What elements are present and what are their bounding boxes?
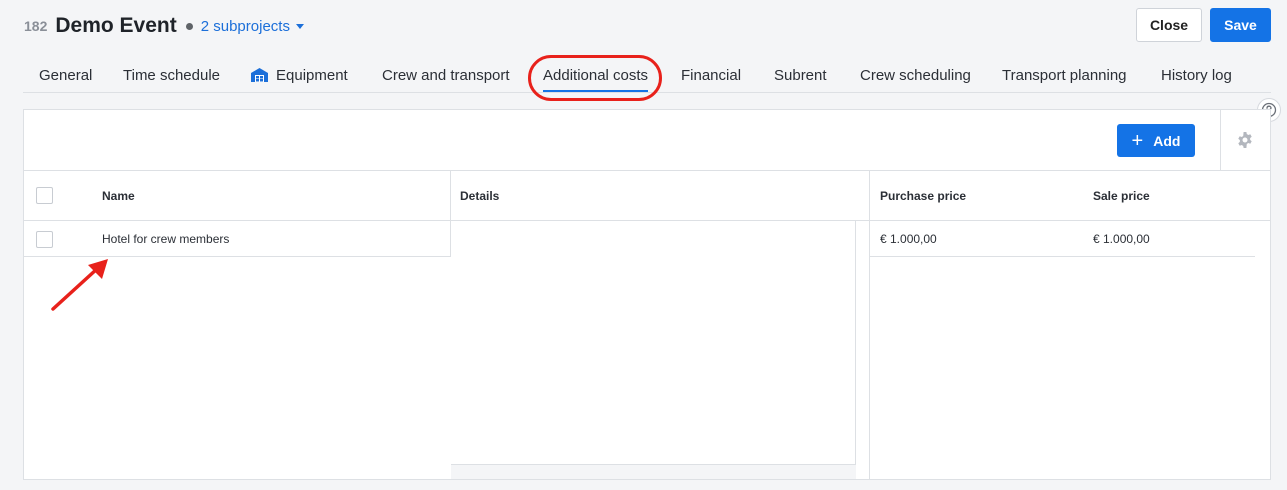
tab-general[interactable]: General xyxy=(39,58,92,92)
project-title: Demo Event xyxy=(55,14,177,37)
additional-costs-panel: + Add Name Details Purchase price Sale p… xyxy=(23,109,1271,480)
subprojects-label: 2 subprojects xyxy=(200,17,290,35)
row-divider xyxy=(870,256,1255,257)
tab-additional-costs[interactable]: Additional costs xyxy=(543,58,649,92)
details-column-area xyxy=(451,221,856,465)
tab-equipment[interactable]: Equipment xyxy=(251,58,348,92)
plus-icon: + xyxy=(1131,129,1144,152)
tab-label: Additional costs xyxy=(543,66,649,84)
tab-label: Financial xyxy=(681,66,742,84)
tab-time-schedule[interactable]: Time schedule xyxy=(123,58,220,92)
add-label: Add xyxy=(1153,132,1181,149)
tab-label: Transport planning xyxy=(1002,66,1127,84)
tab-crew-and-transport[interactable]: Crew and transport xyxy=(382,58,510,92)
row-purchase-price: € 1.000,00 xyxy=(880,231,937,246)
column-divider xyxy=(869,221,870,479)
tab-crew-scheduling[interactable]: Crew scheduling xyxy=(860,58,971,92)
tab-transport-planning[interactable]: Transport planning xyxy=(1002,58,1127,92)
horizontal-scrollbar[interactable] xyxy=(451,465,856,479)
row-divider xyxy=(24,256,451,257)
tab-label: General xyxy=(39,66,93,84)
toolbar-divider xyxy=(1220,110,1221,170)
column-header-purchase-price[interactable]: Purchase price xyxy=(880,171,966,221)
tab-label: Equipment xyxy=(276,66,348,84)
status-dot xyxy=(185,22,193,30)
warehouse-icon xyxy=(251,68,268,82)
column-divider xyxy=(450,171,451,221)
column-divider xyxy=(869,171,870,221)
tab-label: Crew and transport xyxy=(382,66,510,84)
row-checkbox[interactable] xyxy=(36,231,53,248)
column-header-name[interactable]: Name xyxy=(102,171,135,221)
row-name: Hotel for crew members xyxy=(102,231,230,246)
panel-toolbar: + Add xyxy=(24,110,1270,171)
column-header-details[interactable]: Details xyxy=(460,171,499,221)
add-button[interactable]: + Add xyxy=(1117,124,1195,157)
project-page: 182 Demo Event 2 subprojects Close Save … xyxy=(0,0,1287,490)
select-all-checkbox[interactable] xyxy=(36,187,53,204)
close-button[interactable]: Close xyxy=(1136,8,1202,42)
tab-history-log[interactable]: History log xyxy=(1161,58,1232,92)
project-id: 182 xyxy=(24,18,48,34)
tab-label: History log xyxy=(1161,66,1232,84)
tab-label: Subrent xyxy=(774,66,827,84)
tab-label: Crew scheduling xyxy=(860,66,971,84)
tab-financial[interactable]: Financial xyxy=(681,58,741,92)
table-header: Name Details Purchase price Sale price xyxy=(24,171,1270,221)
row-sale-price: € 1.000,00 xyxy=(1093,231,1150,246)
tab-label: Time schedule xyxy=(123,66,220,84)
tab-subrent[interactable]: Subrent xyxy=(774,58,827,92)
column-header-sale-price[interactable]: Sale price xyxy=(1093,171,1150,221)
project-header: 182 Demo Event 2 subprojects xyxy=(24,10,304,42)
subprojects-dropdown[interactable]: 2 subprojects xyxy=(201,18,304,35)
project-tabs: General Time schedule Equipment Crew and… xyxy=(23,58,1271,93)
caret-down-icon xyxy=(295,23,304,29)
gear-icon[interactable] xyxy=(1236,131,1254,154)
save-button[interactable]: Save xyxy=(1210,8,1271,42)
